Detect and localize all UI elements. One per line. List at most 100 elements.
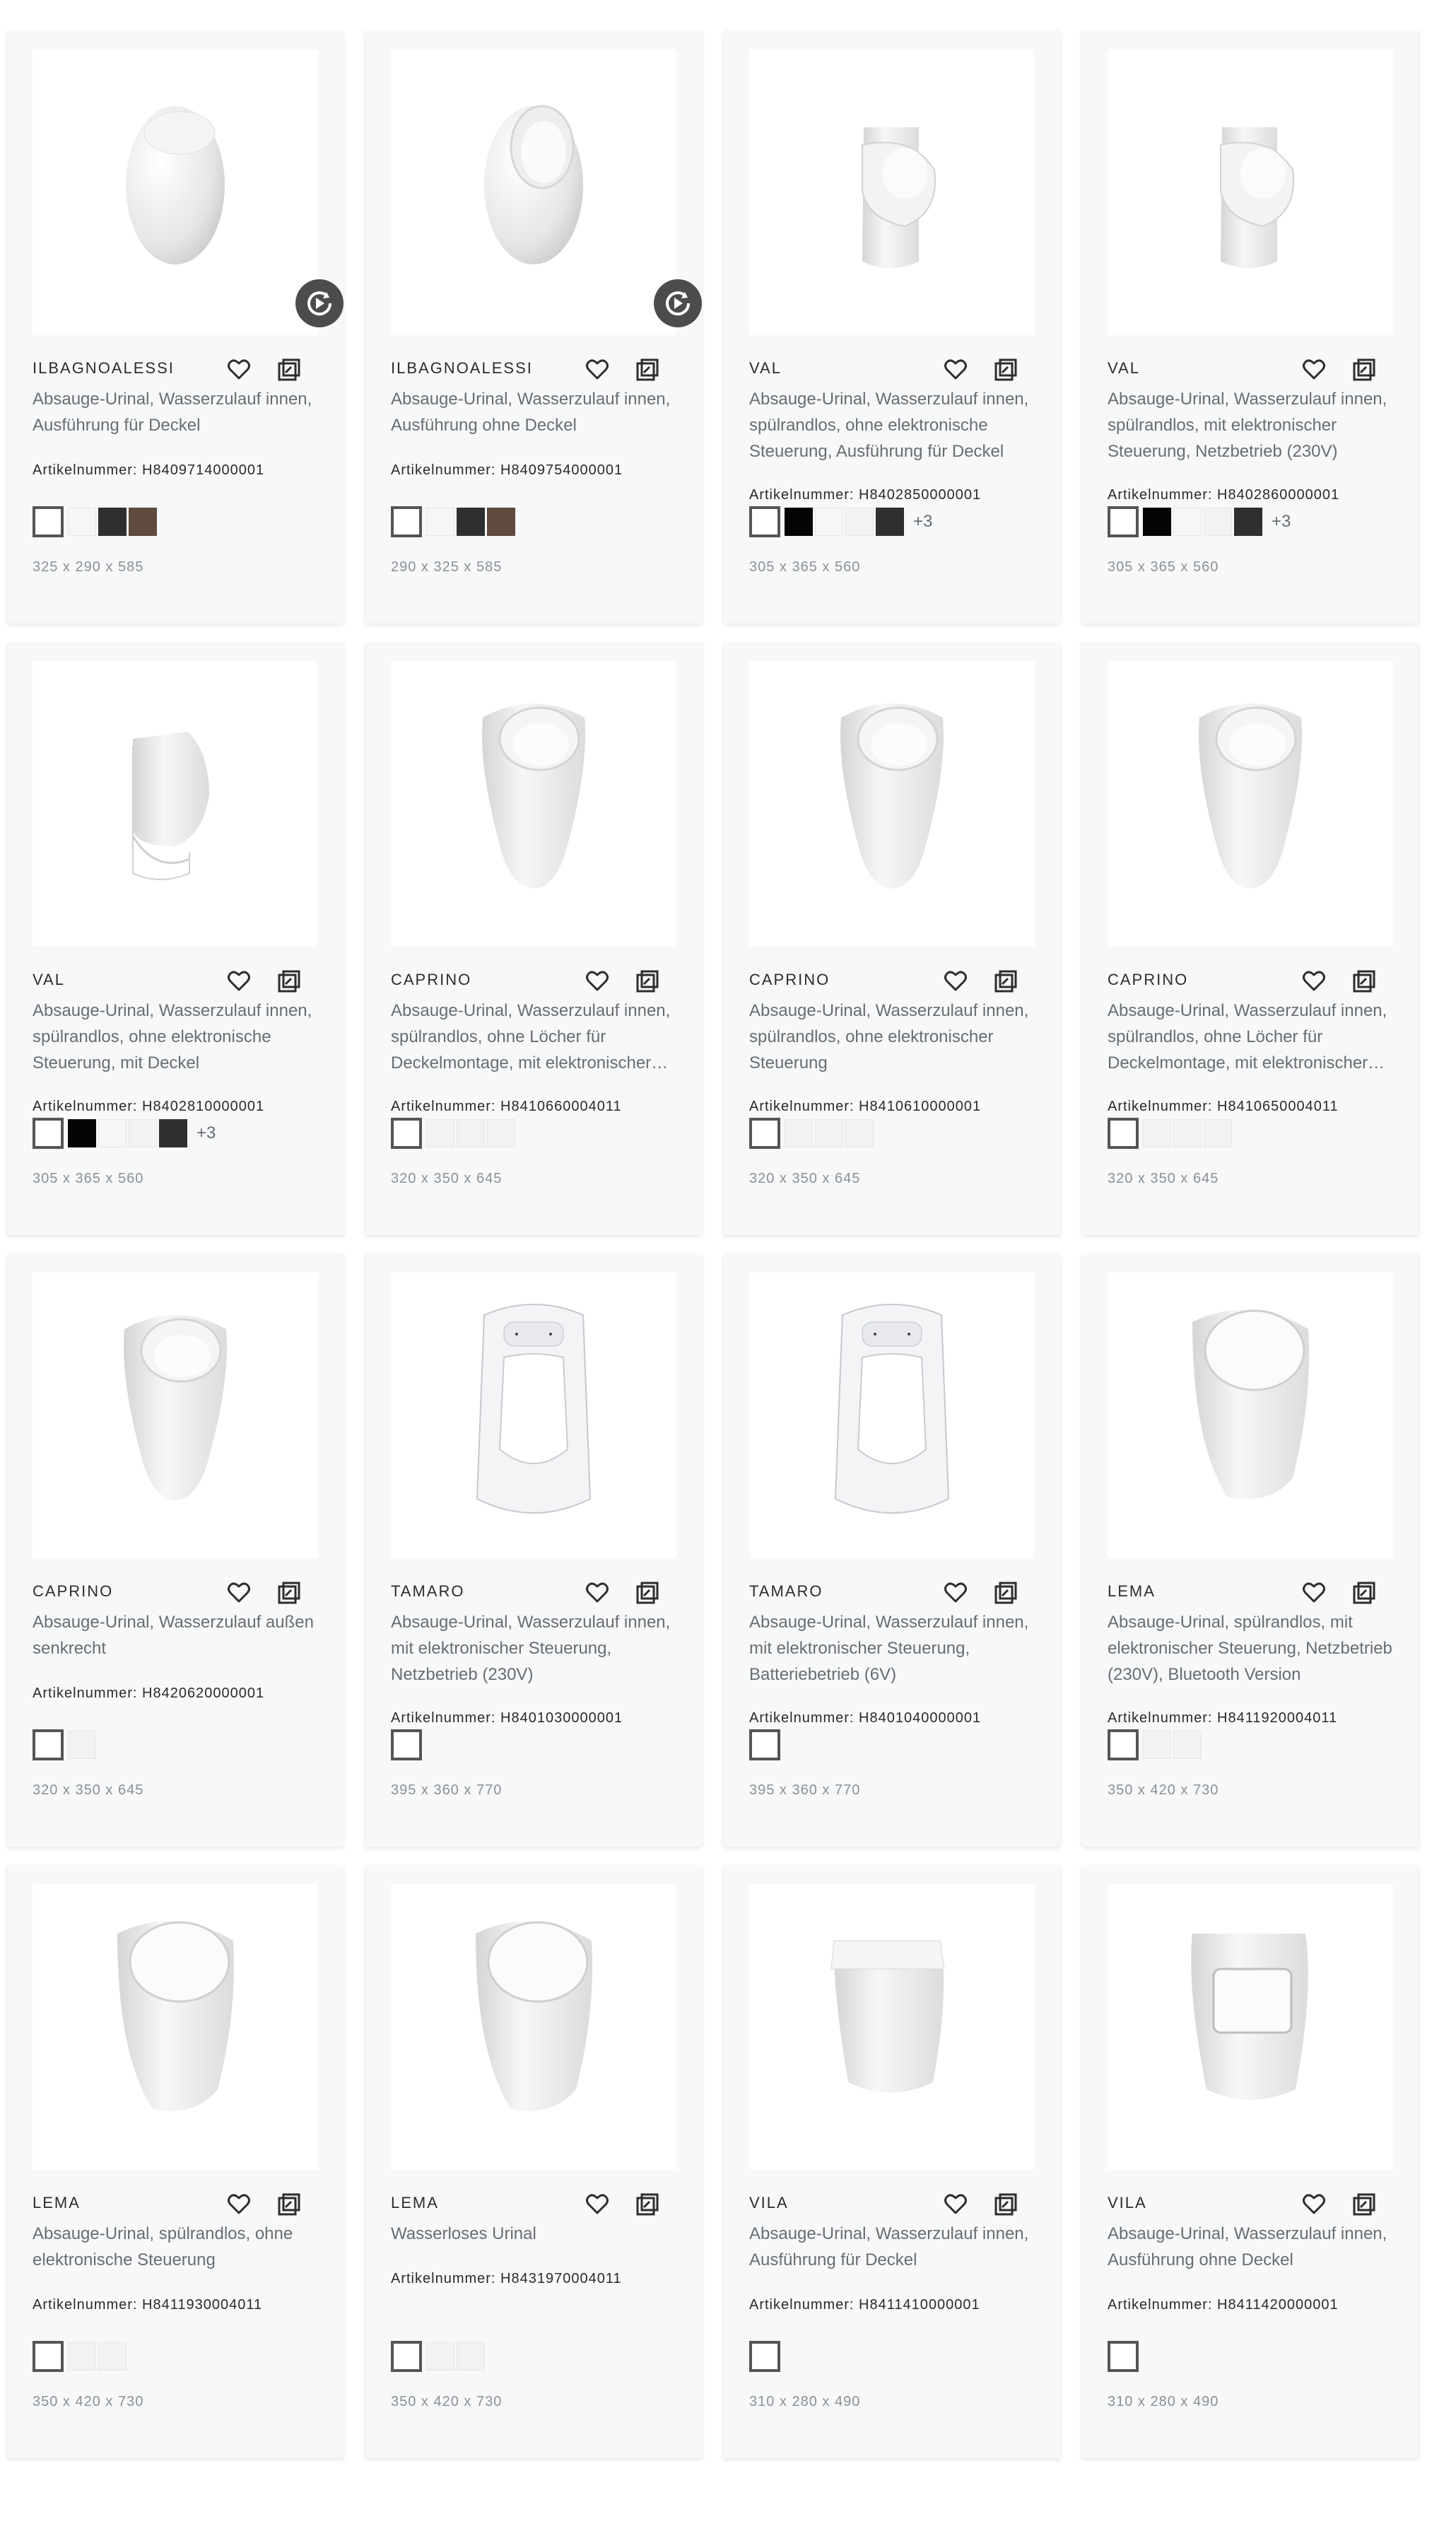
compare-icon[interactable]	[1352, 1581, 1376, 1605]
color-swatch-offwhite[interactable]	[426, 2342, 454, 2371]
product-card[interactable]: VAL Absauge-Urinal, Wasserzulauf innen, …	[7, 643, 344, 1235]
compare-icon[interactable]	[1352, 358, 1376, 382]
color-swatch-selected[interactable]	[749, 1118, 780, 1149]
color-swatch-selected[interactable]	[391, 2341, 422, 2372]
product-card[interactable]: LEMA Absauge-Urinal, spülrandlos, ohne e…	[7, 1866, 344, 2458]
color-swatch-offwhite[interactable]	[68, 2342, 96, 2371]
favorite-heart-icon[interactable]	[1301, 968, 1327, 993]
color-swatch-offwhite[interactable]	[487, 1119, 515, 1147]
product-description[interactable]: Absauge-Urinal, spülrandlos, ohne elektr…	[33, 2221, 322, 2273]
color-swatch-white[interactable]	[815, 508, 843, 536]
color-swatch-black[interactable]	[68, 1119, 96, 1147]
color-swatch-selected[interactable]	[391, 506, 422, 537]
product-image[interactable]	[391, 1273, 676, 1558]
product-description[interactable]: Absauge-Urinal, Wasserzulauf innen, spül…	[749, 998, 1039, 1076]
product-card[interactable]: VAL Absauge-Urinal, Wasserzulauf innen, …	[1082, 31, 1419, 624]
product-image[interactable]	[33, 1884, 318, 2170]
product-description[interactable]: Absauge-Urinal, spülrandlos, mit elektro…	[1108, 1609, 1397, 1688]
product-card[interactable]: LEMA Wasserloses Urinal Artikelnummer: H…	[365, 1866, 702, 2458]
product-image[interactable]	[749, 49, 1035, 335]
product-card[interactable]: LEMA Absauge-Urinal, spülrandlos, mit el…	[1082, 1254, 1419, 1847]
color-swatch-offwhite[interactable]	[457, 1119, 485, 1147]
color-swatch-anthracite[interactable]	[457, 508, 485, 536]
favorite-heart-icon[interactable]	[226, 356, 252, 382]
color-swatch-offwhite[interactable]	[98, 2342, 127, 2371]
product-description[interactable]: Absauge-Urinal, Wasserzulauf innen, Ausf…	[33, 386, 322, 438]
color-swatch-selected[interactable]	[33, 2341, 64, 2372]
play-360-icon[interactable]	[654, 279, 702, 327]
color-swatch-offwhite[interactable]	[1173, 1731, 1202, 1759]
favorite-heart-icon[interactable]	[226, 968, 252, 993]
compare-icon[interactable]	[277, 969, 301, 993]
compare-icon[interactable]	[277, 358, 301, 382]
favorite-heart-icon[interactable]	[1301, 2191, 1327, 2216]
favorite-heart-icon[interactable]	[943, 1579, 968, 1605]
color-swatch-selected[interactable]	[33, 1729, 64, 1760]
play-360-icon[interactable]	[295, 279, 344, 327]
favorite-heart-icon[interactable]	[943, 2191, 968, 2216]
product-image[interactable]	[391, 661, 676, 947]
color-swatch-offwhite[interactable]	[1143, 1731, 1171, 1759]
color-swatch-white[interactable]	[68, 508, 96, 536]
product-card[interactable]: CAPRINO Absauge-Urinal, Wasserzulauf inn…	[1082, 643, 1419, 1235]
product-image[interactable]	[33, 49, 318, 335]
compare-icon[interactable]	[1352, 2192, 1376, 2216]
color-swatch-anthracite[interactable]	[159, 1119, 187, 1147]
product-card[interactable]: ILBAGNOALESSI Absauge-Urinal, Wasserzula…	[7, 31, 344, 624]
product-description[interactable]: Absauge-Urinal, Wasserzulauf innen, mit …	[391, 1609, 681, 1688]
product-image[interactable]	[33, 1273, 318, 1558]
compare-icon[interactable]	[1352, 969, 1376, 993]
favorite-heart-icon[interactable]	[943, 968, 968, 993]
favorite-heart-icon[interactable]	[585, 2191, 610, 2216]
compare-icon[interactable]	[994, 2192, 1018, 2216]
product-image[interactable]	[749, 661, 1035, 947]
product-description[interactable]: Absauge-Urinal, Wasserzulauf außen senkr…	[33, 1609, 322, 1661]
compare-icon[interactable]	[994, 969, 1018, 993]
product-description[interactable]: Absauge-Urinal, Wasserzulauf innen, spül…	[749, 386, 1039, 464]
color-swatch-offwhite[interactable]	[815, 1119, 843, 1147]
compare-icon[interactable]	[635, 1581, 659, 1605]
color-swatch-anthracite[interactable]	[1234, 508, 1262, 536]
more-colors-link[interactable]: +3	[913, 512, 932, 532]
compare-icon[interactable]	[277, 2192, 301, 2216]
color-swatch-anthracite[interactable]	[876, 508, 904, 536]
compare-icon[interactable]	[994, 358, 1018, 382]
product-description[interactable]: Absauge-Urinal, Wasserzulauf innen, spül…	[1108, 998, 1397, 1076]
color-swatch-offwhite[interactable]	[785, 1119, 813, 1147]
product-description[interactable]: Absauge-Urinal, Wasserzulauf innen, mit …	[749, 1609, 1039, 1688]
product-card[interactable]: VAL Absauge-Urinal, Wasserzulauf innen, …	[724, 31, 1060, 624]
product-description[interactable]: Absauge-Urinal, Wasserzulauf innen, Ausf…	[749, 2221, 1039, 2273]
product-card[interactable]: TAMARO Absauge-Urinal, Wasserzulauf inne…	[365, 1254, 702, 1847]
color-swatch-offwhite[interactable]	[1204, 508, 1232, 536]
compare-icon[interactable]	[635, 2192, 659, 2216]
compare-icon[interactable]	[994, 1581, 1018, 1605]
product-description[interactable]: Absauge-Urinal, Wasserzulauf innen, Ausf…	[1108, 2221, 1397, 2273]
product-image[interactable]	[749, 1273, 1035, 1558]
color-swatch-offwhite[interactable]	[68, 1731, 96, 1759]
product-image[interactable]	[1108, 49, 1393, 335]
product-description[interactable]: Absauge-Urinal, Wasserzulauf innen, Ausf…	[391, 386, 681, 438]
color-swatch-selected[interactable]	[1108, 1729, 1139, 1760]
color-swatch-black[interactable]	[1143, 508, 1171, 536]
color-swatch-selected[interactable]	[749, 1729, 780, 1760]
favorite-heart-icon[interactable]	[226, 1579, 252, 1605]
color-swatch-offwhite[interactable]	[1204, 1119, 1232, 1147]
more-colors-link[interactable]: +3	[196, 1123, 216, 1143]
color-swatch-selected[interactable]	[749, 2341, 780, 2372]
color-swatch-selected[interactable]	[1108, 2341, 1139, 2372]
product-image[interactable]	[749, 1884, 1035, 2170]
product-image[interactable]	[1108, 1884, 1393, 2170]
product-image[interactable]	[1108, 661, 1393, 947]
color-swatch-selected[interactable]	[33, 1118, 64, 1149]
color-swatch-offwhite[interactable]	[1143, 1119, 1171, 1147]
favorite-heart-icon[interactable]	[1301, 1579, 1327, 1605]
favorite-heart-icon[interactable]	[1301, 356, 1327, 382]
compare-icon[interactable]	[277, 1581, 301, 1605]
color-swatch-black[interactable]	[785, 508, 813, 536]
product-card[interactable]: TAMARO Absauge-Urinal, Wasserzulauf inne…	[724, 1254, 1060, 1847]
color-swatch-offwhite[interactable]	[845, 1119, 874, 1147]
color-swatch-selected[interactable]	[391, 1729, 422, 1760]
favorite-heart-icon[interactable]	[226, 2191, 252, 2216]
favorite-heart-icon[interactable]	[585, 968, 610, 993]
color-swatch-white[interactable]	[1173, 508, 1202, 536]
